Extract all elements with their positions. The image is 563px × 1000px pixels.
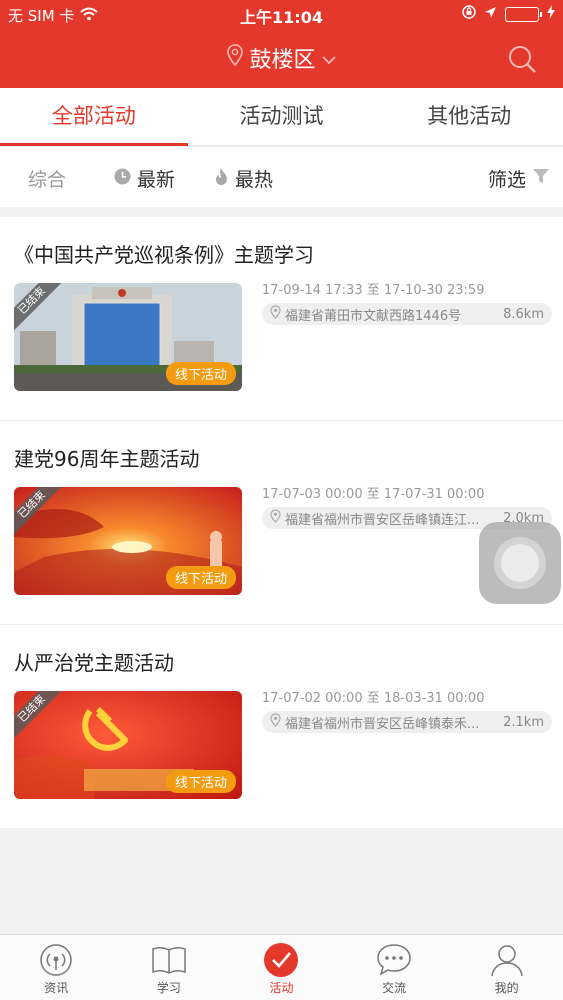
bottom-nav: 资讯 学习 活动 交流 我的: [0, 934, 563, 1000]
activity-address-text: 福建省莆田市文献西路1446号: [285, 308, 462, 324]
radio-icon: [39, 941, 73, 979]
nav-activity-label: 活动: [269, 981, 294, 995]
nav-activity[interactable]: 活动: [225, 935, 338, 1000]
activity-address: 福建省福州市晋安区岳峰镇泰禾... 2.1km: [262, 711, 552, 733]
activity-thumbnail: 已结束 线下活动: [14, 691, 242, 799]
filter-label: 筛选: [488, 169, 527, 191]
battery-icon: [505, 6, 542, 22]
orientation-lock-icon: [462, 5, 476, 23]
sort-latest-label: 最新: [137, 169, 176, 191]
status-bar: 无 SIM 卡 上午11:04: [0, 0, 563, 28]
sort-hottest-label: 最热: [235, 169, 274, 191]
activity-item[interactable]: 建党96周年主题活动 已结束 线下活动 17-07-03 00:00 至 17-…: [0, 421, 563, 625]
nav-news[interactable]: 资讯: [0, 935, 113, 1000]
activity-address: 福建省莆田市文献西路1446号 8.6km: [262, 303, 552, 325]
chat-icon: [376, 941, 412, 979]
app-header: 无 SIM 卡 上午11:04 鼓楼区: [0, 0, 563, 88]
chevron-down-icon: [321, 46, 336, 71]
location-pin-icon: [227, 44, 244, 72]
location-label: 鼓楼区: [249, 48, 316, 73]
activity-title: 建党96周年主题活动: [14, 447, 200, 471]
activity-item[interactable]: 《中国共产党巡视条例》主题学习 已结束 线下活动 17-09-14 17:33 …: [0, 217, 563, 421]
location-pin-icon: [270, 713, 281, 731]
activity-address-text: 福建省福州市晋安区岳峰镇连江...: [285, 512, 480, 528]
sort-composite[interactable]: 综合: [28, 165, 66, 192]
activity-distance: 2.1km: [503, 714, 544, 730]
category-tabs: 全部活动 活动测试 其他活动: [0, 88, 563, 146]
activity-type-tag: 线下活动: [165, 362, 236, 385]
nav-study[interactable]: 学习: [113, 935, 226, 1000]
charging-icon: [547, 5, 555, 23]
activity-time: 17-07-02 00:00 至 18-03-31 00:00: [262, 691, 485, 706]
filter-funnel-icon: [532, 167, 550, 190]
sort-hottest[interactable]: 最热: [214, 165, 273, 192]
location-pin-icon: [270, 305, 281, 323]
tab-other-activities[interactable]: 其他活动: [375, 88, 563, 145]
flame-icon: [214, 167, 229, 191]
location-arrow-icon: [484, 5, 497, 23]
activity-thumbnail: 已结束 线下活动: [14, 487, 242, 595]
nav-mine-label: 我的: [494, 981, 519, 995]
clock-icon: [114, 168, 131, 190]
tab-all-activities[interactable]: 全部活动: [0, 88, 188, 146]
activity-title: 《中国共产党巡视条例》主题学习: [14, 243, 314, 267]
activity-time: 17-07-03 00:00 至 17-07-31 00:00: [262, 487, 485, 502]
assistive-touch-button[interactable]: [479, 522, 561, 604]
location-selector[interactable]: 鼓楼区: [0, 42, 563, 74]
search-button[interactable]: [507, 44, 537, 78]
nav-exchange-label: 交流: [382, 981, 407, 995]
activity-title: 从严治党主题活动: [14, 651, 174, 675]
check-icon: [263, 941, 299, 979]
activity-item[interactable]: 从严治党主题活动 已结束 线下活动 17-07-02 00:00 至 18-03: [0, 625, 563, 829]
sort-composite-label: 综合: [28, 169, 67, 191]
activity-time: 17-09-14 17:33 至 17-10-30 23:59: [262, 283, 485, 298]
tab-activity-test[interactable]: 活动测试: [188, 88, 376, 145]
location-pin-icon: [270, 509, 281, 527]
activity-address-text: 福建省福州市晋安区岳峰镇泰禾...: [285, 716, 480, 732]
nav-exchange[interactable]: 交流: [338, 935, 451, 1000]
nav-mine[interactable]: 我的: [450, 935, 563, 1000]
person-icon: [490, 941, 524, 979]
nav-news-label: 资讯: [44, 981, 69, 995]
sort-bar: 综合 最新 最热 筛选: [0, 147, 563, 207]
filter-button[interactable]: 筛选: [488, 165, 550, 192]
search-icon: [507, 46, 537, 78]
activity-thumbnail: 已结束 线下活动: [14, 283, 242, 391]
book-icon: [151, 941, 187, 979]
activity-list: 《中国共产党巡视条例》主题学习 已结束 线下活动 17-09-14 17:33 …: [0, 217, 563, 829]
activity-type-tag: 线下活动: [165, 770, 236, 793]
activity-distance: 8.6km: [503, 306, 544, 322]
nav-study-label: 学习: [156, 981, 181, 995]
activity-type-tag: 线下活动: [165, 566, 236, 589]
sort-latest[interactable]: 最新: [114, 165, 175, 192]
